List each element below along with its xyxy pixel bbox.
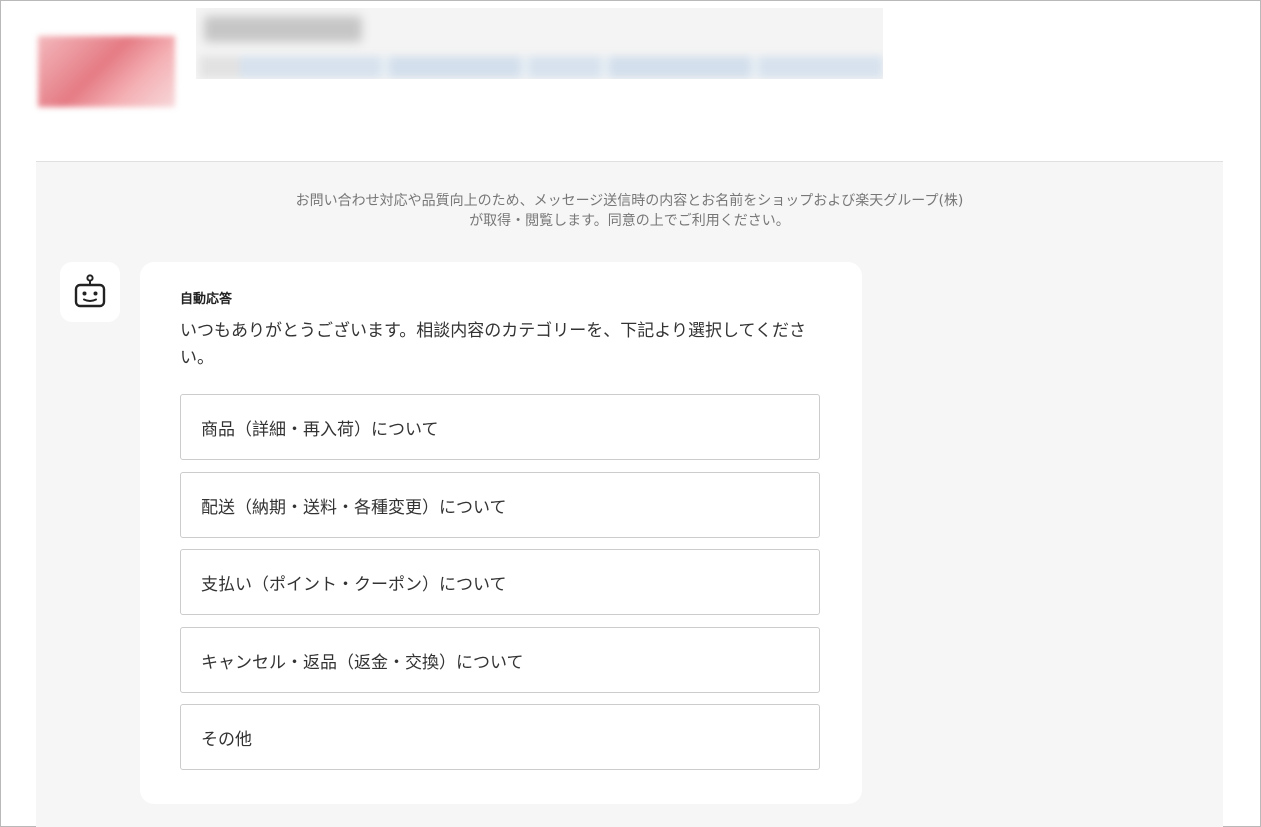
shop-links-redacted — [200, 56, 883, 78]
privacy-notice-line1: お問い合わせ対応や品質向上のため、メッセージ送信時の内容とお名前をショップおよび… — [295, 193, 964, 209]
option-product[interactable]: 商品（詳細・再入荷）について — [180, 394, 820, 460]
option-cancel-return[interactable]: キャンセル・返品（返金・交換）について — [180, 627, 820, 693]
option-label: その他 — [201, 729, 252, 750]
robot-icon — [74, 274, 106, 308]
bot-message-text: いつもありがとうございます。相談内容のカテゴリーを、下記より選択してください。 — [180, 321, 806, 368]
option-label: 支払い（ポイント・クーポン）について — [201, 574, 507, 595]
shop-name-redacted — [204, 16, 362, 42]
option-label: 配送（納期・送料・各種変更）について — [201, 497, 507, 518]
option-delivery[interactable]: 配送（納期・送料・各種変更）について — [180, 472, 820, 538]
sender-name: 自動応答 — [180, 292, 233, 307]
bot-message-bubble: 自動応答 いつもありがとうございます。相談内容のカテゴリーを、下記より選択してく… — [140, 262, 862, 804]
option-other[interactable]: その他 — [180, 704, 820, 770]
option-label: 商品（詳細・再入荷）について — [201, 419, 439, 440]
privacy-notice-line2: が取得・閲覧します。同意の上でご利用ください。 — [469, 213, 790, 229]
chat-area: お問い合わせ対応や品質向上のため、メッセージ送信時の内容とお名前をショップおよび… — [36, 162, 1223, 827]
privacy-notice: お問い合わせ対応や品質向上のため、メッセージ送信時の内容とお名前をショップおよび… — [36, 191, 1223, 231]
shop-header — [196, 8, 883, 79]
option-payment[interactable]: 支払い（ポイント・クーポン）について — [180, 549, 820, 615]
option-label: キャンセル・返品（返金・交換）について — [201, 652, 524, 673]
bot-avatar — [60, 262, 120, 322]
shop-logo[interactable] — [38, 36, 175, 107]
